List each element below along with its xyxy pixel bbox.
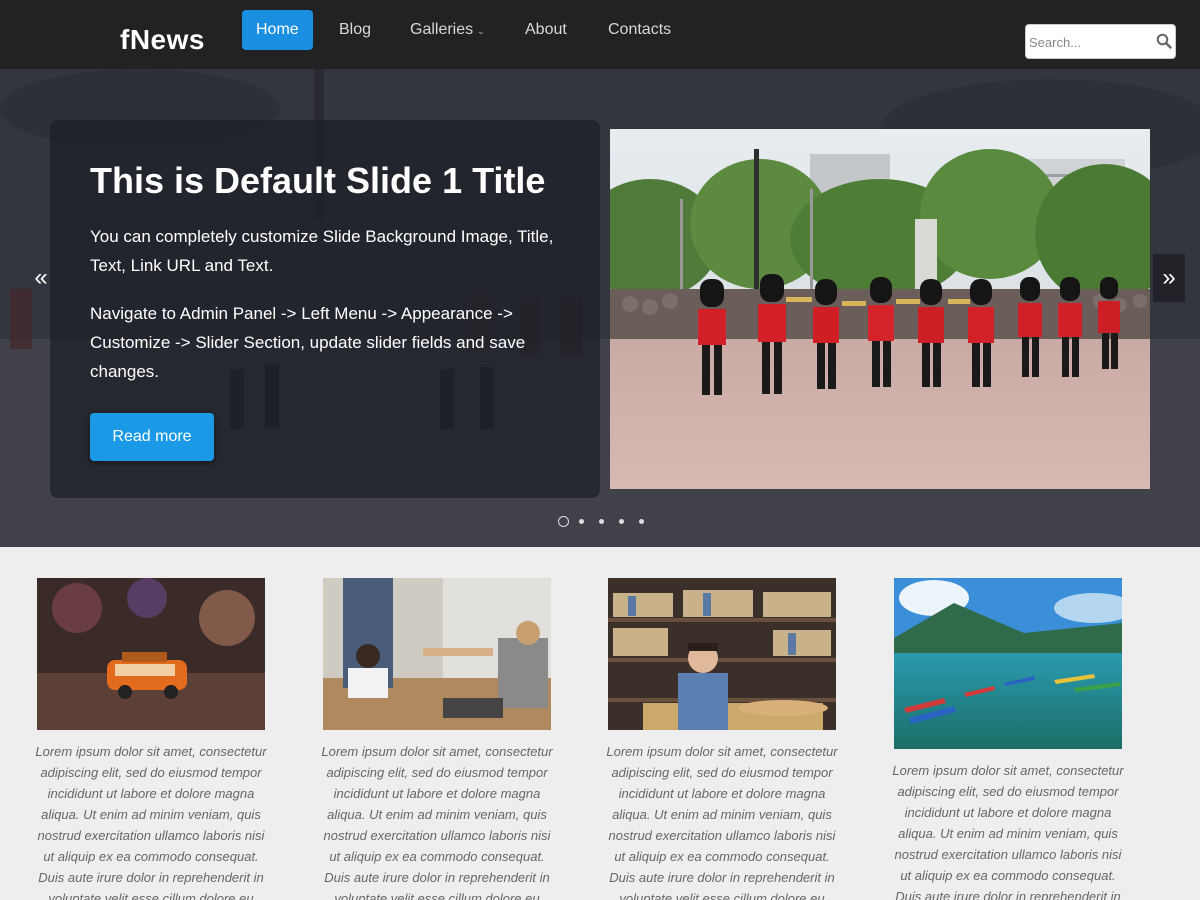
lake-boats-photo[interactable] — [894, 578, 1122, 749]
library-student-photo[interactable] — [608, 578, 836, 730]
nav-item-label: Galleries — [410, 21, 474, 38]
search-input[interactable] — [1029, 31, 1149, 53]
nav-item-about[interactable]: About — [511, 10, 581, 50]
chevron-down-icon: ⌄ — [477, 26, 485, 36]
nav-item-home[interactable]: Home — [242, 10, 313, 50]
slider-dot-1[interactable] — [558, 516, 569, 527]
slider-dot-2[interactable] — [579, 519, 584, 524]
slide-photo — [610, 129, 1150, 489]
site-logo[interactable]: fNews — [120, 24, 205, 56]
slider-dot-3[interactable] — [599, 519, 604, 524]
post-excerpt: Lorem ipsum dolor sit amet, consectetur … — [606, 744, 838, 900]
post-excerpt: Lorem ipsum dolor sit amet, consectetur … — [892, 763, 1124, 900]
nav-item-label: About — [525, 21, 567, 38]
handshake-meeting-photo[interactable] — [323, 578, 551, 730]
search-icon[interactable] — [1156, 33, 1172, 49]
post-excerpt: Lorem ipsum dolor sit amet, consectetur … — [321, 744, 553, 900]
nav-item-label: Home — [256, 21, 299, 38]
site-header: fNews Home Blog Galleries ⌄ About Contact… — [0, 0, 1200, 69]
slider-dot-4[interactable] — [619, 519, 624, 524]
nav-item-blog[interactable]: Blog — [325, 10, 385, 50]
toy-van-photo[interactable] — [37, 578, 265, 730]
nav-item-label: Contacts — [608, 21, 672, 38]
nav-item-contacts[interactable]: Contacts — [594, 10, 685, 50]
nav-item-label: Blog — [339, 21, 372, 38]
slider-dot-5[interactable] — [639, 519, 644, 524]
post-excerpt: Lorem ipsum dolor sit amet, consectetur … — [35, 744, 267, 900]
slide-instructions: Navigate to Admin Panel -> Left Menu -> … — [90, 304, 526, 381]
nav-item-galleries[interactable]: Galleries ⌄ — [396, 10, 499, 50]
slide-text: You can completely customize Slide Backg… — [90, 227, 554, 275]
slider-next-arrow[interactable]: » — [1153, 254, 1185, 302]
search-box — [1025, 24, 1176, 59]
hero-slider: This is Default Slide 1 Title You can co… — [0, 69, 1200, 547]
read-more-button[interactable]: Read more — [90, 413, 214, 461]
slider-prev-arrow[interactable]: « — [25, 254, 57, 302]
slide-title: This is Default Slide 1 Title — [90, 160, 546, 201]
